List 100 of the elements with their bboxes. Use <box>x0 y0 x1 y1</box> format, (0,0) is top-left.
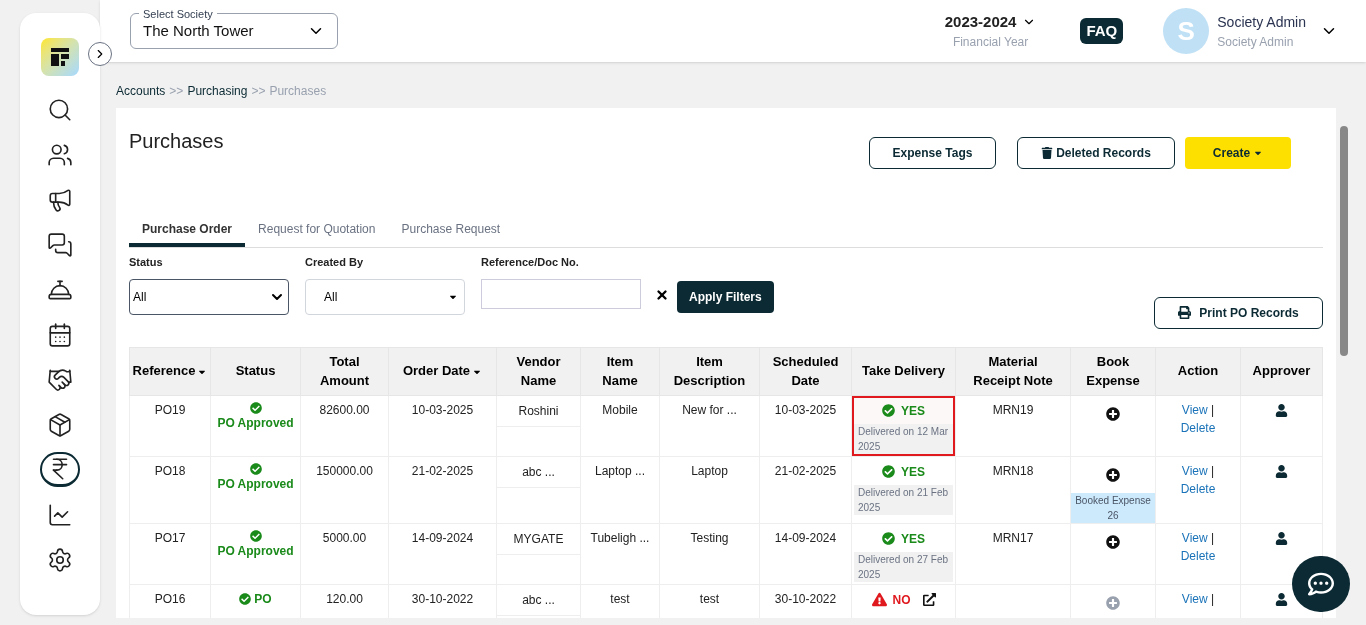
add-expense-icon[interactable] <box>1106 535 1120 550</box>
check-icon <box>882 465 895 478</box>
reference-input[interactable] <box>481 278 641 309</box>
page-title: Purchases <box>129 129 225 154</box>
date-cell: 10-03-2025 <box>388 395 497 456</box>
breadcrumb-link[interactable]: Accounts <box>116 82 166 100</box>
column-header: Item Description <box>659 347 760 395</box>
item-cell: Mobile <box>580 395 660 456</box>
breadcrumb-separator: >> <box>251 83 266 100</box>
chat-icon <box>47 231 73 258</box>
external-link-icon[interactable] <box>922 593 936 606</box>
column-header: Total Amount <box>300 347 389 395</box>
chat-icon <box>1308 571 1334 597</box>
logo-icon <box>49 46 71 68</box>
date-cell: 21-02-2025 <box>759 456 852 523</box>
breadcrumb-separator: >> <box>169 83 184 100</box>
action-link[interactable]: View <box>1181 591 1208 606</box>
booked-expense-tag[interactable]: Booked Expense 26 <box>1071 492 1155 523</box>
tab[interactable]: Purchase Request <box>388 214 514 247</box>
user-icon[interactable] <box>1275 403 1288 417</box>
user-name: Society Admin <box>1217 12 1306 32</box>
description-cell: Testing <box>659 523 760 584</box>
expense-tags-button[interactable]: Expense Tags <box>869 137 996 169</box>
link-separator: | <box>1210 463 1215 478</box>
tab[interactable]: Purchase Order <box>129 214 246 247</box>
delivery-label: YES <box>901 463 925 481</box>
status-text: PO Approved <box>214 529 297 561</box>
column-header: Vendor Name <box>496 347 581 395</box>
column-header: Take Delivery <box>851 347 956 395</box>
clear-icon[interactable] <box>655 287 669 302</box>
reference-cell: PO16 <box>129 584 211 618</box>
breadcrumb-current: Purchases <box>269 83 327 100</box>
reference-cell: PO17 <box>129 523 211 584</box>
column-header: Scheduled Date <box>759 347 852 395</box>
settings-icon <box>47 546 73 573</box>
print-button[interactable]: Print PO Records <box>1154 296 1323 329</box>
delivery-note: Delivered on 12 Mar 2025 <box>854 423 953 454</box>
user-icon[interactable] <box>1275 464 1288 478</box>
status-text: PO Approved <box>214 462 297 494</box>
people-icon <box>47 141 73 168</box>
add-expense-icon[interactable] <box>1106 407 1120 422</box>
faq-button[interactable]: FAQ <box>1080 17 1124 45</box>
delivery-note: Delivered on 21 Feb 2025 <box>854 484 953 515</box>
vendor-cell: abc ... <box>497 456 580 488</box>
breadcrumb-link[interactable]: Purchasing <box>187 82 248 100</box>
date-cell: 21-02-2025 <box>388 456 497 523</box>
column-header: Material Receipt Note <box>955 347 1071 395</box>
handshake-icon <box>47 366 73 393</box>
check-icon <box>239 593 252 605</box>
action-link[interactable]: View <box>1181 402 1208 417</box>
delivery-label: YES <box>901 402 925 420</box>
link-separator: | <box>1210 402 1215 417</box>
add-expense-icon[interactable] <box>1106 468 1120 483</box>
vendor-cell: abc ... <box>497 584 580 616</box>
app-logo[interactable] <box>41 38 79 76</box>
delivery-label: NO <box>892 591 911 609</box>
printer-icon <box>1178 306 1192 319</box>
date-cell: 14-09-2024 <box>388 523 497 584</box>
reference-cell: PO18 <box>129 456 211 523</box>
year-label: Financial Year <box>952 34 1029 52</box>
filter-label: Reference/Doc No. <box>481 255 580 270</box>
sidebar-item[interactable] <box>40 452 80 487</box>
status-select[interactable]: All <box>129 278 289 315</box>
description-cell: Laptop <box>659 456 760 523</box>
date-cell: 10-03-2025 <box>759 395 852 456</box>
created-by-select[interactable]: All <box>305 278 465 315</box>
action-link[interactable]: View <box>1181 463 1208 478</box>
action-link[interactable]: Delete <box>1180 481 1216 496</box>
vendor-cell: Roshini <box>497 395 580 427</box>
warning-icon <box>871 592 887 607</box>
user-icon[interactable] <box>1275 592 1288 606</box>
amount-cell: 5000.00 <box>300 523 389 584</box>
collapse-toggle[interactable] <box>88 42 112 66</box>
check-icon <box>882 532 895 545</box>
mrn-cell: MRN17 <box>955 523 1071 584</box>
filter-label: Created By <box>305 255 365 270</box>
year-value[interactable]: 2023-2024 <box>944 10 1017 34</box>
user-role: Society Admin <box>1217 33 1295 51</box>
vendor-cell: MYGATE <box>497 523 580 555</box>
box-icon <box>47 411 73 438</box>
link-separator: | <box>1210 530 1215 545</box>
date-cell: 14-09-2024 <box>759 523 852 584</box>
create-button[interactable]: Create <box>1185 137 1291 169</box>
amount-cell: 82600.00 <box>300 395 389 456</box>
deleted-records-button[interactable]: Deleted Records <box>1017 137 1175 169</box>
column-header: Approver <box>1240 347 1323 395</box>
delivery-label: YES <box>901 530 925 548</box>
apply-filters-button[interactable]: Apply Filters <box>677 280 774 313</box>
mrn-cell: MRN18 <box>955 456 1071 523</box>
action-link[interactable]: Delete <box>1180 548 1216 563</box>
user-icon[interactable] <box>1275 531 1288 545</box>
reference-cell: PO19 <box>129 395 211 456</box>
column-header[interactable]: Order Date <box>388 347 497 395</box>
delivery-note: Delivered on 27 Feb 2025 <box>854 551 953 582</box>
item-cell: Laptop ... <box>580 456 660 523</box>
tab[interactable]: Request for Quotation <box>245 214 389 247</box>
action-link[interactable]: View <box>1181 530 1208 545</box>
link-separator: | <box>1210 591 1215 606</box>
action-link[interactable]: Delete <box>1180 420 1216 435</box>
column-header[interactable]: Reference <box>129 347 211 395</box>
